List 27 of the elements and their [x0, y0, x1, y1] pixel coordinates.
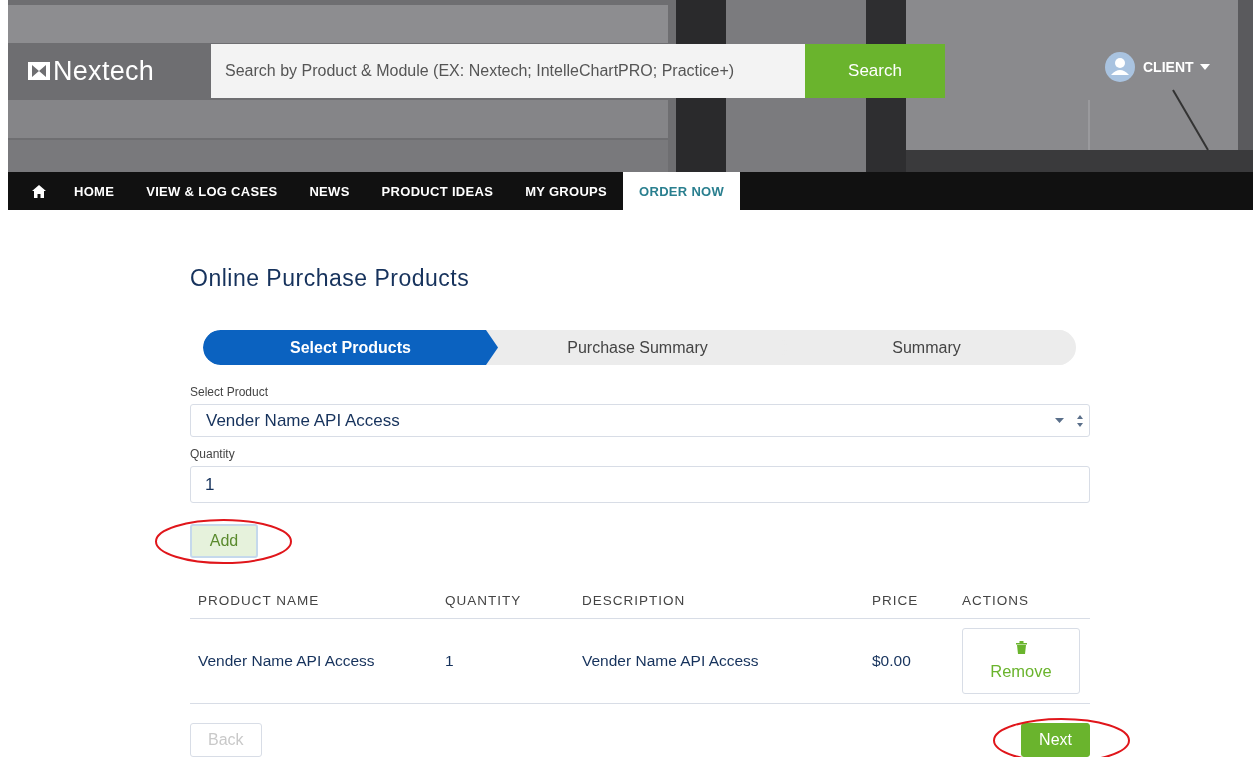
nav-tab[interactable]: MY GROUPS [509, 172, 624, 210]
product-select[interactable]: Vender Name API Access [190, 404, 1090, 437]
column-header: DESCRIPTION [582, 593, 687, 608]
table-cell-text: $0.00 [872, 652, 912, 670]
logo-text: Nextech [53, 55, 155, 87]
page-title: Online Purchase Products [190, 265, 471, 292]
table-cell-text: 1 [445, 652, 455, 670]
column-header: ACTIONS [962, 593, 1030, 608]
nav-tab[interactable]: HOME [58, 172, 131, 210]
search-field[interactable]: Search by Product & Module (EX: Nextech; IntelleChartPRO; Practice+) [211, 44, 805, 98]
table-cell-text: Vender Name API Access [582, 652, 760, 670]
column-header: PRICE [872, 593, 920, 608]
field-label: Quantity [190, 447, 236, 461]
column-header: QUANTITY [445, 593, 523, 608]
table-cell-text: Vender Name API Access [198, 652, 376, 670]
quantity-field[interactable]: 1 [190, 466, 1090, 503]
nav-tab[interactable]: NEWS [293, 172, 366, 210]
add-button[interactable]: Add [190, 524, 258, 558]
caret-icon [1199, 64, 1210, 70]
step: Select Products [203, 330, 498, 365]
column-header: PRODUCT NAME [198, 593, 321, 608]
nav-tab[interactable]: PRODUCT IDEAS [365, 172, 510, 210]
field-label: Select Product [190, 385, 270, 399]
trash-icon [1015, 641, 1027, 654]
avatar-icon [1105, 52, 1135, 82]
nav-tab[interactable]: VIEW & LOG CASES [130, 172, 294, 210]
nav-tab[interactable]: ORDER NOW [623, 172, 741, 210]
